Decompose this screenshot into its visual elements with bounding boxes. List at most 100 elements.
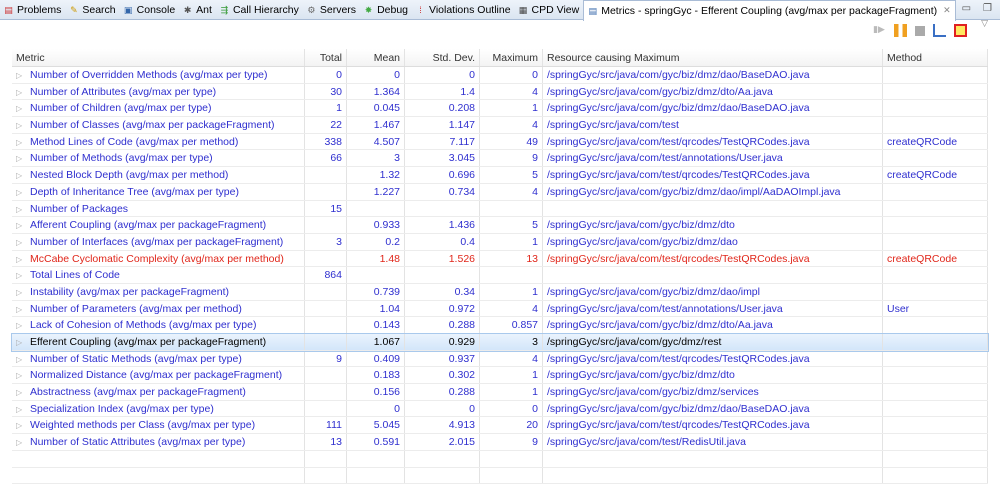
resource-cell	[543, 200, 883, 217]
total-cell	[305, 250, 347, 267]
tab-violations-outline[interactable]: ⁞ Violations Outline	[412, 0, 515, 20]
metric-cell: ▷ Afferent Coupling (avg/max per packageF…	[12, 217, 305, 233]
expand-arrow-icon[interactable]: ▷	[16, 68, 22, 84]
expand-arrow-icon[interactable]: ▷	[16, 101, 22, 117]
tab-servers[interactable]: ⚙ Servers	[303, 0, 360, 20]
std-dev-cell: 0.302	[405, 367, 480, 384]
resource-cell: /springGyc/src/java/com/gyc/biz/dmz/dao/…	[543, 283, 883, 300]
total-cell	[305, 367, 347, 384]
tab-search[interactable]: ✎ Search	[65, 0, 119, 20]
table-row[interactable]: ▷ Total Lines of Code 864	[12, 267, 988, 284]
tab-debug[interactable]: ✸ Debug	[360, 0, 412, 20]
tab-cpd-view[interactable]: ▦ CPD View	[515, 0, 584, 20]
expand-arrow-icon[interactable]: ▷	[16, 118, 22, 134]
expand-arrow-icon[interactable]: ▷	[16, 285, 22, 301]
cpd-icon: ▦	[518, 4, 528, 15]
table-row[interactable]: ▷ Number of Attributes (avg/max per type)…	[12, 83, 988, 101]
total-cell	[305, 167, 347, 183]
expand-arrow-icon[interactable]: ▷	[16, 218, 22, 234]
export-icon[interactable]	[933, 24, 947, 37]
table-row[interactable]: ▷ Number of Overridden Methods (avg/max p…	[12, 67, 988, 84]
mean-cell: 0.409	[347, 350, 405, 367]
expand-arrow-icon[interactable]: ▷	[16, 335, 22, 351]
view-menu-icon[interactable]: ▽	[981, 18, 988, 29]
expand-arrow-icon[interactable]: ▷	[16, 268, 22, 284]
column-header-total[interactable]: Total	[305, 49, 347, 66]
dependency-graph-icon[interactable]	[954, 24, 968, 37]
metric-cell: ▷ Nested Block Depth (avg/max per method)	[12, 167, 305, 183]
maximize-icon[interactable]: ❐	[983, 3, 992, 14]
table-row[interactable]: ▷ Number of Static Methods (avg/max per t…	[12, 350, 988, 368]
resume-icon[interactable]: ▮▶	[873, 24, 886, 37]
tab-metrics[interactable]: ▤ Metrics - springGyc - Efferent Coupling…	[583, 0, 956, 21]
tab-call-hierarchy[interactable]: ⇶ Call Hierarchy	[216, 0, 303, 20]
column-header-mean[interactable]: Mean	[347, 49, 405, 66]
std-dev-cell: 7.117	[405, 133, 480, 150]
mean-cell: 0.2	[347, 233, 405, 250]
table-row[interactable]: ▷ Instability (avg/max per packageFragmen…	[12, 283, 988, 301]
table-row[interactable]: ▷ Weighted methods per Class (avg/max per…	[12, 417, 988, 435]
total-cell: 13	[305, 434, 347, 450]
table-row[interactable]: ▷ Efferent Coupling (avg/max per packageF…	[11, 333, 989, 352]
table-row[interactable]: ▷ Number of Packages 15	[12, 200, 988, 218]
maximum-cell: 20	[480, 417, 543, 434]
maximum-cell: 5	[480, 217, 543, 233]
expand-arrow-icon[interactable]: ▷	[16, 418, 22, 434]
expand-arrow-icon[interactable]: ▷	[16, 85, 22, 101]
table-row[interactable]: ▷ Number of Children (avg/max per type) 1 0…	[12, 100, 988, 118]
table-row[interactable]: ▷ Abstractness (avg/max per packageFragme…	[12, 384, 988, 401]
table-row[interactable]: ▷ Number of Classes (avg/max per packageF…	[12, 117, 988, 134]
table-row[interactable]: ▷ Number of Methods (avg/max per type) 66 3…	[12, 150, 988, 168]
metric-name: Total Lines of Code	[30, 269, 120, 282]
view-tab-bar: ▤ Problems ✎ Search ▣ Console ✱ Ant ⇶ Call Hierar…	[0, 0, 1000, 21]
column-header-resource-causing-maximum[interactable]: Resource causing Maximum	[543, 49, 883, 66]
expand-arrow-icon[interactable]: ▷	[16, 252, 22, 268]
table-row[interactable]: ▷ Depth of Inheritance Tree (avg/max per …	[12, 183, 988, 201]
expand-arrow-icon[interactable]: ▷	[16, 352, 22, 368]
table-row[interactable]: ▷ Number of Interfaces (avg/max per packa…	[12, 233, 988, 251]
tab-console[interactable]: ▣ Console	[120, 0, 180, 20]
tab-label: Problems	[17, 3, 62, 16]
column-header-std-dev-[interactable]: Std. Dev.	[405, 49, 480, 66]
table-row[interactable]: ▷ Afferent Coupling (avg/max per packageF…	[12, 217, 988, 234]
mean-cell	[347, 267, 405, 283]
table-row[interactable]: ▷ Lack of Cohesion of Methods (avg/max pe…	[12, 317, 988, 334]
resource-cell: /springGyc/src/java/com/test	[543, 117, 883, 133]
tab-ant[interactable]: ✱ Ant	[179, 0, 216, 20]
expand-arrow-icon[interactable]: ▷	[16, 151, 22, 167]
expand-arrow-icon[interactable]: ▷	[16, 302, 22, 318]
table-row[interactable]: ▷ Nested Block Depth (avg/max per method)…	[12, 167, 988, 184]
expand-arrow-icon[interactable]: ▷	[16, 185, 22, 201]
table-row[interactable]: ▷ Specialization Index (avg/max per type)…	[12, 400, 988, 418]
metric-name: Number of Methods (avg/max per type)	[30, 152, 213, 165]
column-header-metric[interactable]: Metric	[12, 49, 305, 66]
column-header-method[interactable]: Method	[883, 49, 988, 66]
expand-arrow-icon[interactable]: ▷	[16, 368, 22, 384]
maximum-cell: 4	[480, 350, 543, 367]
tab-problems[interactable]: ▤ Problems	[0, 0, 65, 20]
pause-icon[interactable]	[894, 24, 908, 37]
table-row[interactable]: ▷ Method Lines of Code (avg/max per metho…	[12, 133, 988, 151]
resource-cell: /springGyc/src/java/com/test/qrcodes/Tes…	[543, 350, 883, 367]
table-row[interactable]: ▷ Normalized Distance (avg/max per packag…	[12, 367, 988, 385]
column-header-maximum[interactable]: Maximum	[480, 49, 543, 66]
metric-cell: ▷ Method Lines of Code (avg/max per metho…	[12, 133, 305, 151]
expand-arrow-icon[interactable]: ▷	[16, 235, 22, 251]
expand-arrow-icon[interactable]: ▷	[16, 402, 22, 418]
expand-arrow-icon[interactable]: ▷	[16, 202, 22, 218]
metric-cell: ▷ Number of Static Attributes (avg/max pe…	[12, 434, 305, 450]
metric-name: Weighted methods per Class (avg/max per …	[30, 419, 256, 432]
expand-arrow-icon[interactable]: ▷	[16, 435, 22, 451]
minimize-icon[interactable]: ▭	[962, 3, 971, 14]
table-row[interactable]: ▷ Number of Parameters (avg/max per metho…	[12, 300, 988, 318]
mean-cell: 4.507	[347, 133, 405, 150]
table-row[interactable]: ▷ Number of Static Attributes (avg/max pe…	[12, 434, 988, 451]
expand-arrow-icon[interactable]: ▷	[16, 135, 22, 151]
expand-arrow-icon[interactable]: ▷	[16, 168, 22, 184]
metric-cell: ▷ Number of Classes (avg/max per packageF…	[12, 117, 305, 133]
expand-arrow-icon[interactable]: ▷	[16, 318, 22, 334]
close-icon[interactable]: ✕	[943, 5, 951, 16]
expand-arrow-icon[interactable]: ▷	[16, 385, 22, 401]
stop-icon[interactable]	[915, 25, 926, 36]
table-row[interactable]: ▷ McCabe Cyclomatic Complexity (avg/max p…	[12, 250, 988, 268]
